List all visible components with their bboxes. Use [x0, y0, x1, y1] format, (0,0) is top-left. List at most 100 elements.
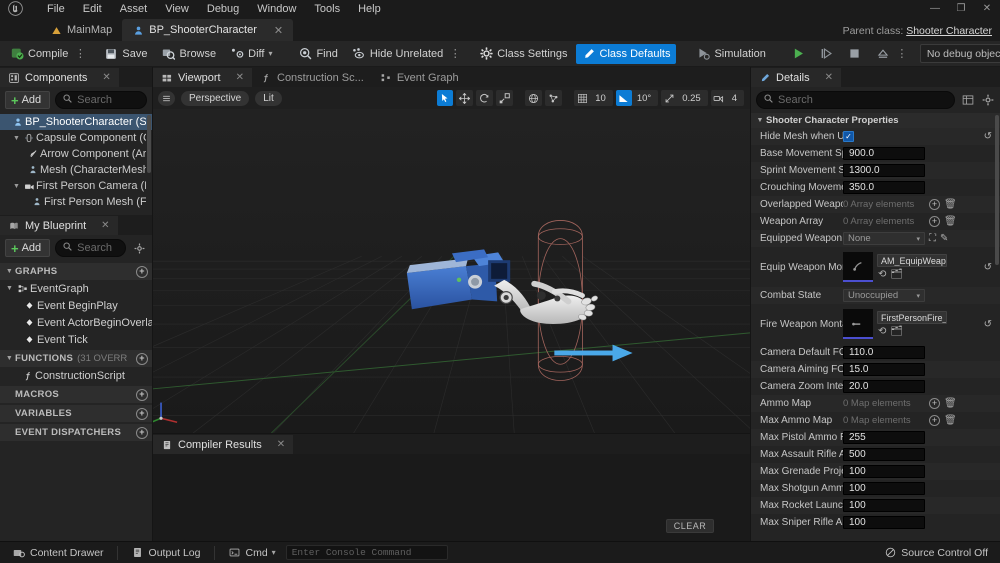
number-input[interactable]: 500: [843, 448, 925, 461]
property-row[interactable]: Overlapped Weapons 0 Array elements + 🗑: [751, 196, 1000, 213]
rotation-snap-value[interactable]: 10°: [634, 93, 654, 104]
property-row[interactable]: Hide Mesh when Unarmed ✓ ↺: [751, 128, 1000, 145]
tab-components[interactable]: Components ✕: [0, 68, 119, 87]
property-row[interactable]: Combat State Unoccupied ▾: [751, 287, 1000, 304]
property-row[interactable]: Max Pistol Ammo Reserv... 255: [751, 429, 1000, 446]
components-scrollbar[interactable]: [147, 115, 151, 173]
camera-speed-control[interactable]: 4: [710, 90, 744, 106]
menu-asset[interactable]: Asset: [111, 1, 157, 17]
number-input[interactable]: 100: [843, 482, 925, 495]
section-functions[interactable]: ▼ FUNCTIONS (31 OVERR +: [0, 350, 152, 367]
hide-unrelated-button[interactable]: Hide Unrelated: [346, 44, 449, 64]
view-mode-dropdown[interactable]: Perspective: [181, 90, 250, 106]
tab-construction-script[interactable]: Construction Sc...: [252, 68, 372, 87]
scale-gizmo-icon[interactable]: [496, 90, 514, 106]
property-row[interactable]: Sprint Movement Speed 1300.0: [751, 162, 1000, 179]
hamburger-icon[interactable]: [158, 90, 175, 106]
number-input[interactable]: 15.0: [843, 363, 925, 376]
function-row-constructionscript[interactable]: ConstructionScript: [0, 367, 152, 384]
component-row-camera[interactable]: ▼ First Person Camera (Firs: [0, 178, 152, 194]
tree-arrow[interactable]: ▼: [11, 135, 22, 142]
component-row-fpmesh[interactable]: First Person Mesh (First: [0, 194, 152, 210]
step-button[interactable]: [814, 44, 840, 64]
minimize-icon[interactable]: —: [922, 0, 948, 17]
add-element-icon[interactable]: +: [929, 216, 940, 227]
menu-view[interactable]: View: [156, 1, 198, 17]
cmd-dropdown[interactable]: Cmd ▾: [221, 545, 283, 561]
stop-button[interactable]: [842, 44, 868, 64]
property-row[interactable]: Ammo Map 0 Map elements + 🗑: [751, 395, 1000, 412]
tab-compiler-results[interactable]: Compiler Results ✕: [153, 435, 294, 454]
component-row-capsule[interactable]: ▼ Capsule Component (Collisi: [0, 130, 152, 146]
category-shooter-character-properties[interactable]: ▼ Shooter Character Properties: [751, 113, 1000, 128]
property-row[interactable]: Equip Weapon Montage AM_EquipWeapon ▾ ⟲: [751, 247, 1000, 287]
tab-my-blueprint[interactable]: My Blueprint ✕: [0, 216, 118, 235]
eyedropper-icon[interactable]: ✎: [940, 233, 948, 244]
tab-viewport[interactable]: Viewport ✕: [153, 68, 252, 87]
revert-icon[interactable]: ↺: [984, 319, 996, 330]
add-macro-icon[interactable]: +: [136, 388, 148, 401]
property-row[interactable]: Camera Default FOV 110.0: [751, 344, 1000, 361]
delete-icon[interactable]: 🗑: [944, 199, 957, 210]
add-variable-icon[interactable]: +: [136, 407, 148, 420]
menu-file[interactable]: File: [38, 1, 74, 17]
myblueprint-search-input[interactable]: Search: [55, 239, 126, 257]
class-settings-button[interactable]: Class Settings: [473, 44, 573, 64]
tree-arrow[interactable]: ▼: [11, 183, 22, 190]
use-selected-asset-icon[interactable]: ⟲: [878, 269, 886, 280]
details-property-list[interactable]: ▼ Shooter Character Properties Hide Mesh…: [751, 113, 1000, 541]
property-row[interactable]: Base Movement Speed 900.0: [751, 145, 1000, 162]
compile-button[interactable]: Compile: [4, 44, 74, 64]
asset-selector[interactable]: FirstPersonFire_Mo ▾: [877, 311, 947, 324]
number-input[interactable]: 350.0: [843, 181, 925, 194]
property-row[interactable]: Max Shotgun Ammo Res... 100: [751, 480, 1000, 497]
property-row[interactable]: Weapon Array 0 Array elements + 🗑: [751, 213, 1000, 230]
property-row[interactable]: Camera Aiming FOV 15.0: [751, 361, 1000, 378]
section-graphs[interactable]: ▼ GRAPHS +: [0, 263, 152, 280]
tab-mainmap[interactable]: MainMap: [40, 19, 122, 41]
graph-row-event-beginplay[interactable]: Event BeginPlay: [0, 297, 152, 314]
property-row[interactable]: Equipped Weapon None ▾ ⛶ ✎: [751, 230, 1000, 247]
add-graph-icon[interactable]: +: [136, 265, 148, 278]
surface-snap-icon[interactable]: [545, 90, 563, 106]
number-input[interactable]: 100: [843, 499, 925, 512]
number-input[interactable]: 255: [843, 431, 925, 444]
source-control-button[interactable]: Source Control Off: [876, 545, 995, 561]
scale-snap-value[interactable]: 0.25: [679, 93, 704, 104]
asset-thumbnail[interactable]: [843, 252, 873, 282]
close-icon[interactable]: ✕: [101, 220, 109, 231]
property-row[interactable]: Max Assault Rifle Ammo... 500: [751, 446, 1000, 463]
find-button[interactable]: Find: [292, 44, 343, 64]
add-blueprint-item-button[interactable]: + Add: [5, 239, 51, 257]
menu-debug[interactable]: Debug: [198, 1, 248, 17]
number-input[interactable]: 100: [843, 516, 925, 529]
component-row-self[interactable]: BP_ShooterCharacter (Self): [0, 114, 152, 130]
rotation-snap-control[interactable]: 10°: [615, 90, 659, 106]
menu-help[interactable]: Help: [349, 1, 390, 17]
browse-button[interactable]: Browse: [155, 44, 222, 64]
close-icon[interactable]: ✕: [102, 72, 110, 83]
debug-object-selector[interactable]: No debug object selected ▾: [919, 44, 1000, 63]
property-row[interactable]: Fire Weapon Montage FirstPersonFire_Mo ▾…: [751, 304, 1000, 344]
output-log-button[interactable]: Output Log: [124, 545, 208, 561]
property-row[interactable]: Crouching Movement Sp... 350.0: [751, 179, 1000, 196]
number-input[interactable]: 110.0: [843, 346, 925, 359]
delete-icon[interactable]: 🗑: [944, 398, 957, 409]
menu-tools[interactable]: Tools: [305, 1, 349, 17]
enum-selector[interactable]: Unoccupied ▾: [843, 289, 925, 302]
tab-bp-shootercharacter[interactable]: BP_ShooterCharacter ✕: [122, 19, 294, 41]
close-icon[interactable]: ✕: [974, 0, 1000, 17]
details-settings-gear-icon[interactable]: [980, 93, 995, 108]
property-row[interactable]: Max Ammo Map 0 Map elements + 🗑: [751, 412, 1000, 429]
grid-snap-icon[interactable]: [574, 90, 590, 106]
class-defaults-button[interactable]: Class Defaults: [575, 43, 677, 64]
camera-speed-icon[interactable]: [711, 90, 727, 106]
graph-row-event-tick[interactable]: Event Tick: [0, 331, 152, 348]
delete-icon[interactable]: 🗑: [944, 216, 957, 227]
compile-options-icon[interactable]: ⋮: [75, 47, 86, 60]
select-cursor-icon[interactable]: [437, 90, 454, 106]
object-selector[interactable]: None ▾: [843, 232, 925, 245]
graph-row-eventgraph[interactable]: ▼ EventGraph: [0, 280, 152, 297]
scale-snap-control[interactable]: 0.25: [661, 90, 708, 106]
content-drawer-button[interactable]: Content Drawer: [5, 545, 111, 561]
